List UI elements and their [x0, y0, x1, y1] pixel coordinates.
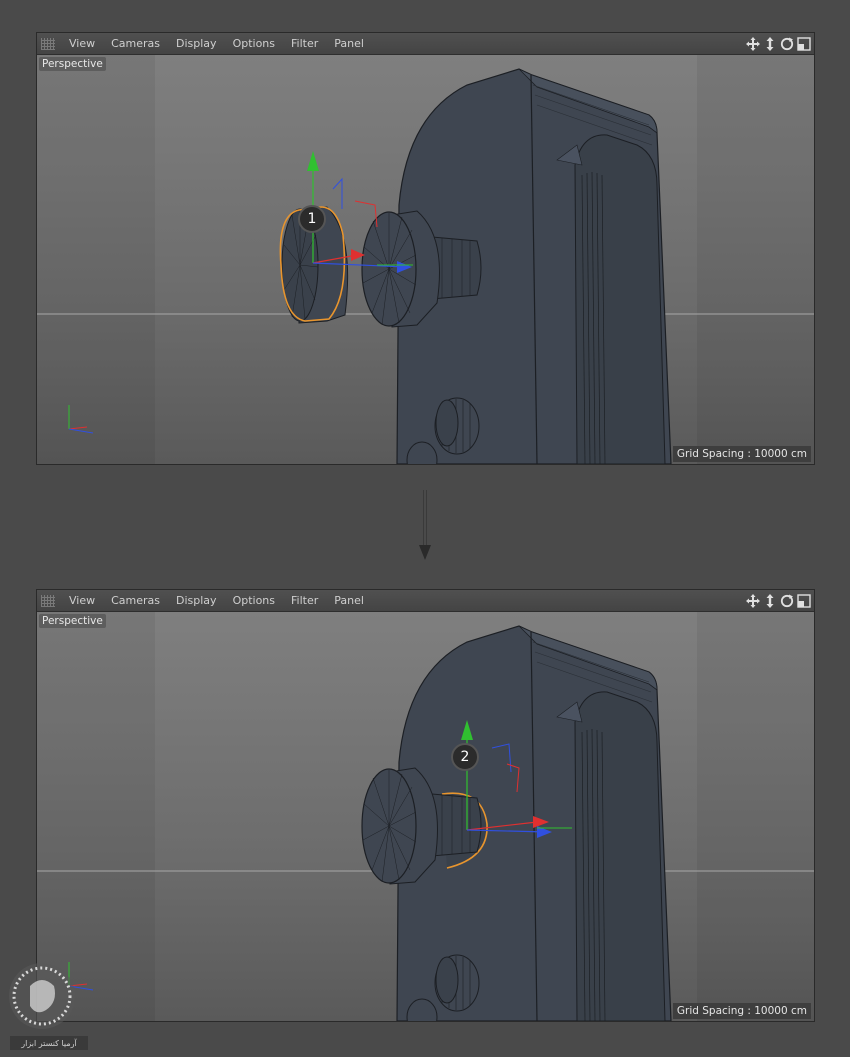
menu-view[interactable]: View	[61, 594, 103, 607]
camera-label[interactable]: Perspective	[39, 57, 106, 71]
viewport-scene[interactable]: Perspective Grid Spacing : 10000 cm 1	[37, 55, 814, 464]
menu-cameras[interactable]: Cameras	[103, 37, 168, 50]
move-view-icon[interactable]	[746, 36, 760, 51]
menu-display[interactable]: Display	[168, 37, 225, 50]
grid-spacing-label: Grid Spacing : 10000 cm	[672, 1003, 811, 1019]
menu-filter[interactable]: Filter	[283, 594, 326, 607]
view-navigation-icons	[746, 36, 814, 51]
viewport-menubar: View Cameras Display Options Filter Pane…	[37, 590, 814, 612]
menu-cameras[interactable]: Cameras	[103, 594, 168, 607]
watermark-logo	[9, 963, 75, 1029]
menu-display[interactable]: Display	[168, 594, 225, 607]
panel-grip-icon[interactable]	[41, 37, 55, 50]
menu-filter[interactable]: Filter	[283, 37, 326, 50]
rotate-view-icon[interactable]	[780, 594, 794, 608]
watermark-text: آرمیا کنستر ابزار	[10, 1036, 88, 1050]
panel-grip-icon[interactable]	[41, 594, 55, 607]
viewport-panel-top: View Cameras Display Options Filter Pane…	[36, 32, 815, 465]
rotate-view-icon[interactable]	[780, 37, 794, 51]
viewport-menubar: View Cameras Display Options Filter Pane…	[37, 33, 814, 55]
down-arrow-icon	[419, 490, 431, 560]
move-view-icon[interactable]	[746, 593, 760, 608]
view-navigation-icons	[746, 593, 814, 608]
menu-options[interactable]: Options	[225, 594, 283, 607]
camera-label[interactable]: Perspective	[39, 614, 106, 628]
menu-view[interactable]: View	[61, 37, 103, 50]
viewport-scene[interactable]: Perspective Grid Spacing : 10000 cm 2	[37, 612, 814, 1021]
menu-panel[interactable]: Panel	[326, 594, 372, 607]
dolly-view-icon[interactable]	[763, 36, 777, 51]
dolly-view-icon[interactable]	[763, 593, 777, 608]
menu-options[interactable]: Options	[225, 37, 283, 50]
step-badge-2: 2	[451, 743, 479, 771]
grid-spacing-label: Grid Spacing : 10000 cm	[672, 446, 811, 462]
scene-render	[37, 55, 814, 464]
maximize-view-icon[interactable]	[797, 593, 811, 608]
menu-panel[interactable]: Panel	[326, 37, 372, 50]
maximize-view-icon[interactable]	[797, 36, 811, 51]
step-badge-1: 1	[298, 205, 326, 233]
viewport-panel-bottom: View Cameras Display Options Filter Pane…	[36, 589, 815, 1022]
scene-render	[37, 612, 814, 1021]
